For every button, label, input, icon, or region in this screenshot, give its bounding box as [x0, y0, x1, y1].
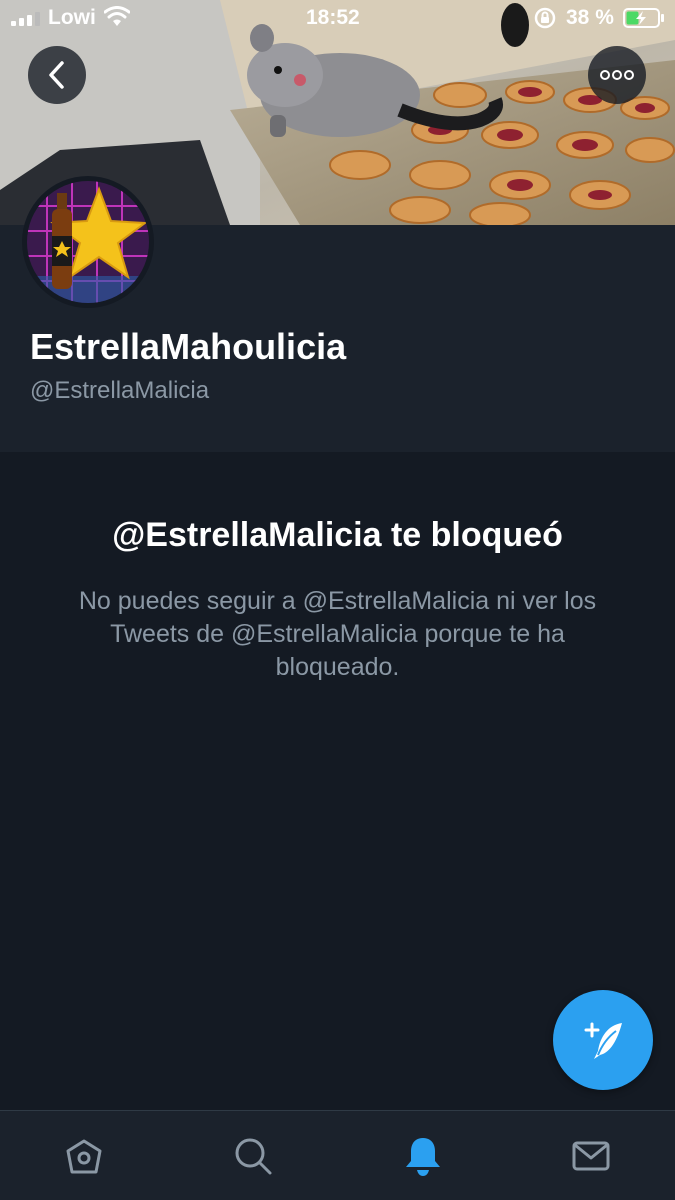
- more-icon: [600, 70, 634, 80]
- battery-charging-icon: [623, 8, 665, 34]
- compose-tweet-button[interactable]: [553, 990, 653, 1090]
- profile-display-name: EstrellaMahoulicia: [30, 326, 347, 367]
- notifications-icon: [406, 1138, 440, 1176]
- tab-home[interactable]: [44, 1111, 124, 1200]
- blocked-description: No puedes seguir a @EstrellaMalicia ni v…: [78, 587, 597, 681]
- avatar[interactable]: [22, 176, 154, 308]
- tab-notifications[interactable]: [383, 1111, 463, 1200]
- more-options-button[interactable]: [588, 46, 646, 104]
- search-icon: [235, 1138, 272, 1175]
- status-time: 18:52: [306, 6, 360, 29]
- chevron-left-icon: [49, 61, 64, 89]
- tab-messages[interactable]: [551, 1111, 631, 1200]
- compose-feather-icon: [584, 1022, 622, 1059]
- cellular-signal-icon: [11, 10, 40, 26]
- wifi-icon: [103, 6, 131, 34]
- battery-percentage: 38 %: [566, 6, 614, 29]
- back-button[interactable]: [28, 46, 86, 104]
- profile-screen: Lowi 18:52 38 % EstrellaMahoulicia @Estr…: [0, 0, 675, 1200]
- avatar-image: [27, 181, 149, 303]
- blocked-title: @EstrellaMalicia te bloqueó: [112, 516, 563, 554]
- profile-handle: @EstrellaMalicia: [30, 377, 210, 404]
- carrier-name: Lowi: [48, 6, 96, 29]
- home-icon: [66, 1139, 102, 1174]
- bottom-tab-bar: [0, 1110, 675, 1200]
- messages-icon: [572, 1141, 610, 1171]
- tab-search[interactable]: [213, 1111, 293, 1200]
- status-bar: Lowi 18:52 38 %: [0, 0, 675, 36]
- orientation-lock-icon: [534, 7, 556, 35]
